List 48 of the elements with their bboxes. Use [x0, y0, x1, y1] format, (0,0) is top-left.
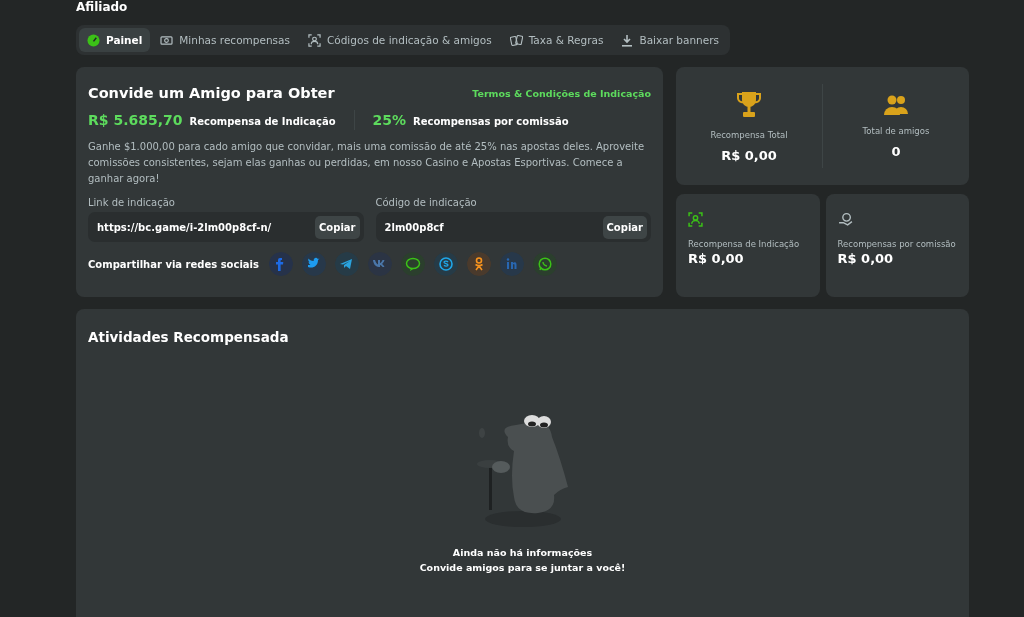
odnoklassniki-share-icon[interactable] [466, 252, 491, 276]
stat-label: Total de amigos [862, 125, 930, 136]
reward-value: R$ 0,00 [837, 251, 895, 266]
tab[interactable]: Painel [79, 28, 151, 52]
share-label: Compartilhar via redes sociais [88, 258, 259, 270]
hand-coin-icon [837, 212, 853, 227]
person-target-icon [688, 212, 703, 227]
cards-icon [509, 33, 523, 47]
copy-button[interactable]: Copiar [602, 215, 647, 239]
whatsapp-share-icon[interactable] [532, 252, 557, 276]
page-title: Afiliado [76, 0, 129, 14]
download-icon [621, 33, 634, 47]
reward-label: Recompensa de Indicação [688, 239, 801, 249]
tab[interactable]: Minhas recompensas [152, 28, 298, 52]
highlight-value: 25% [372, 112, 406, 128]
reward-value: R$ 0,00 [688, 251, 745, 266]
skype-share-icon[interactable] [433, 252, 458, 276]
terms-link[interactable]: Termos & Condições de Indicação [472, 87, 651, 99]
facebook-share-icon[interactable] [268, 252, 293, 276]
field-label: Link de indicação [88, 197, 176, 208]
reward-label: Recompensas por comissão [837, 239, 957, 249]
telegram-share-icon[interactable] [334, 252, 359, 276]
trophy-icon [737, 89, 761, 120]
empty-text: Convide amigos para se juntar a você! [419, 561, 626, 575]
highlight-label: Recompensa de Indicação [189, 116, 336, 127]
person-target-icon [307, 33, 321, 47]
tab[interactable]: Taxa & Regras [501, 28, 612, 52]
section-title: Atividades Recompensada [88, 329, 290, 345]
description-text: Ganhe $1.000,00 para cado amigo que convidar, mais uma comissão de até 25% nas apostas deles. Aproveite comissões consistentes, sejam elas ganhas ou perdidas, em nosso Casino e Apostas Esportivas. Comece a ganhar agora! [88, 140, 646, 186]
highlight-label: Recompensas por comissão [413, 116, 569, 127]
copy-field[interactable]: 2lm00p8cf [384, 221, 444, 233]
stat-label: Recompensa Total [710, 129, 788, 140]
line-share-icon[interactable] [400, 252, 425, 276]
stat-value: R$ 0,00 [721, 147, 777, 163]
field-label: Código de indicação [375, 197, 478, 208]
empty-title: Ainda não há informações [452, 546, 593, 560]
twitter-share-icon[interactable] [301, 252, 326, 276]
card-title: Convide um Amigo para Obter [88, 85, 335, 101]
people-icon [882, 93, 910, 116]
stat-value: 0 [891, 143, 901, 159]
vk-share-icon[interactable] [367, 252, 392, 276]
tab[interactable]: Baixar banners [613, 28, 727, 52]
tab[interactable]: Códigos de indicação & amigos [299, 28, 500, 52]
highlight-value: R$ 5.685,70 [88, 112, 183, 128]
gauge-icon [87, 33, 100, 47]
banknote-icon [160, 34, 174, 46]
copy-field[interactable]: https://bc.game/i-2lm00p8cf-n/ [97, 221, 272, 233]
copy-button[interactable]: Copiar [315, 215, 360, 239]
